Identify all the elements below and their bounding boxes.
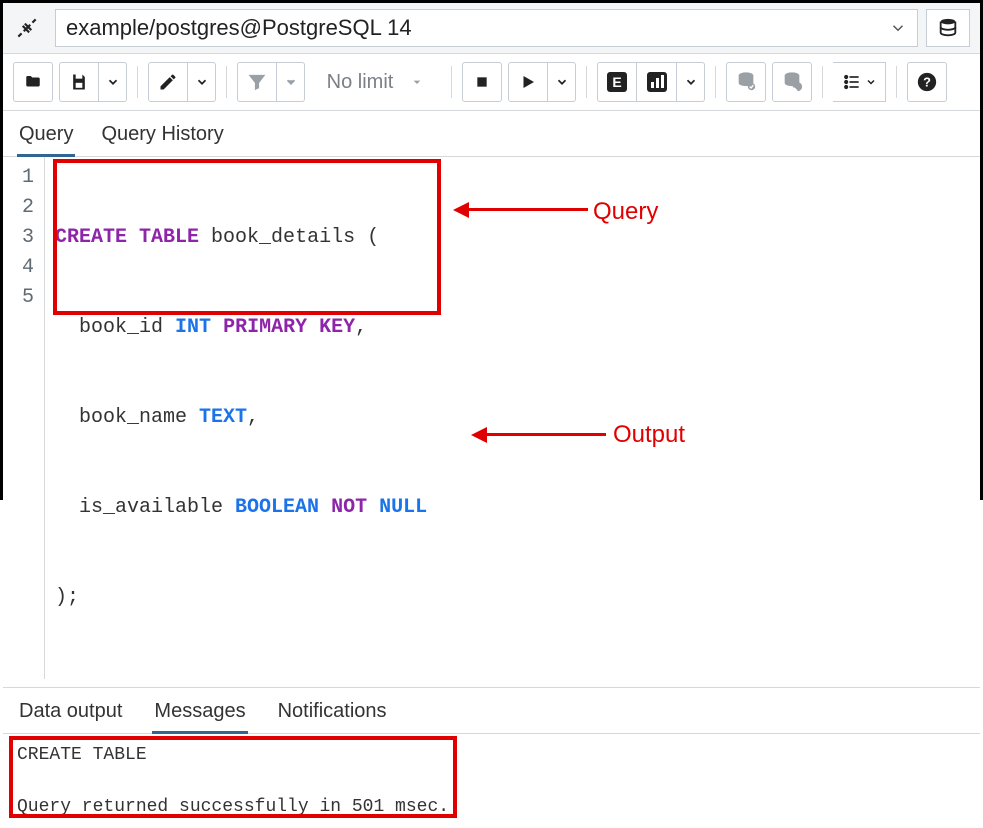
annotation-output-label: Output <box>613 421 685 449</box>
output-line <box>17 768 966 794</box>
help-button[interactable]: ? <box>907 62 947 102</box>
sql-editor[interactable]: 1 2 3 4 5 CREATE TABLE book_details ( bo… <box>3 157 980 679</box>
annotation-query-label: Query <box>593 198 658 226</box>
run-button[interactable] <box>508 62 548 102</box>
edit-button[interactable] <box>148 62 188 102</box>
save-file-button[interactable] <box>59 62 99 102</box>
output-line: Query returned successfully in 501 msec. <box>17 794 966 820</box>
edit-dropdown[interactable] <box>188 62 216 102</box>
svg-text:E: E <box>612 74 621 90</box>
tab-notifications[interactable]: Notifications <box>276 692 389 733</box>
run-dropdown[interactable] <box>548 62 576 102</box>
macros-button[interactable] <box>833 62 886 102</box>
messages-output: CREATE TABLE Query returned successfully… <box>3 734 980 828</box>
tab-query-history[interactable]: Query History <box>99 115 225 156</box>
stop-button[interactable] <box>462 62 502 102</box>
filter-button[interactable] <box>237 62 277 102</box>
filter-dropdown[interactable] <box>277 62 305 102</box>
rollback-button[interactable] <box>772 62 812 102</box>
tab-data-output[interactable]: Data output <box>17 692 124 733</box>
plug-icon[interactable] <box>7 11 47 45</box>
analyze-button[interactable] <box>637 62 677 102</box>
connection-selector[interactable]: example/postgres@PostgreSQL 14 <box>55 9 918 47</box>
save-dropdown[interactable] <box>99 62 127 102</box>
limit-dropdown[interactable]: No limit <box>311 62 441 102</box>
open-file-button[interactable] <box>13 62 53 102</box>
explain-button[interactable]: E <box>597 62 637 102</box>
tab-query[interactable]: Query <box>17 115 75 156</box>
explain-dropdown[interactable] <box>677 62 705 102</box>
limit-label: No limit <box>327 71 394 94</box>
server-db-button[interactable] <box>926 9 970 47</box>
line-gutter: 1 2 3 4 5 <box>3 157 45 679</box>
output-line: CREATE TABLE <box>17 742 966 768</box>
commit-button[interactable] <box>726 62 766 102</box>
chevron-down-icon <box>889 19 907 37</box>
tab-messages[interactable]: Messages <box>152 692 247 733</box>
connection-label: example/postgres@PostgreSQL 14 <box>66 15 412 41</box>
svg-text:?: ? <box>923 75 931 90</box>
